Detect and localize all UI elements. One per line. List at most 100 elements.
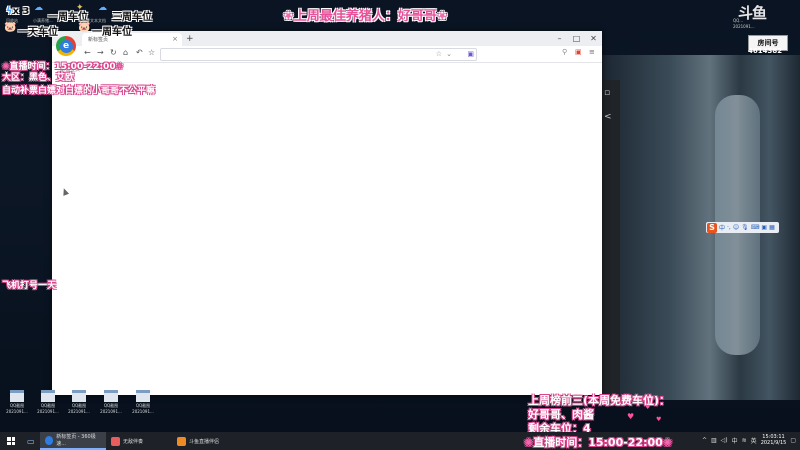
overlay-row1-b: 三周车位 xyxy=(112,12,152,23)
star-icon[interactable]: ☆ xyxy=(436,50,442,58)
close-button[interactable]: ✕ xyxy=(585,31,602,46)
heart-icon: ♥ xyxy=(627,412,635,421)
screenshot-icon xyxy=(104,390,118,402)
heart-icon: ♥ xyxy=(645,404,651,411)
heart-icon: ♥ xyxy=(656,416,662,423)
phone-side-toolbar: ▫ < xyxy=(600,80,620,400)
douyu-icon xyxy=(177,436,186,446)
home-button[interactable]: ⌂ xyxy=(123,48,128,57)
sogou-keyboard-icon: ⌨ xyxy=(750,224,760,231)
notification-icon[interactable]: ▢ xyxy=(790,437,796,444)
desktop-icon-sub: 2021091... xyxy=(100,409,122,414)
volume-icon[interactable]: ◁) xyxy=(721,437,728,444)
desktop-icon-qq[interactable]: QQ截图 2021091... xyxy=(2,390,32,414)
tab-close-icon[interactable]: × xyxy=(172,35,178,43)
favorite-button[interactable]: ☆ xyxy=(148,48,155,57)
overlay-multiplier: ϟx 3 xyxy=(6,6,30,17)
star-icon: ✦ xyxy=(76,3,84,13)
overlay-server: 大区：黑色、艾欧 xyxy=(2,73,75,83)
room-number: 4614382 xyxy=(748,47,783,55)
pig-icon: 🐷 xyxy=(78,22,91,33)
sogou-punct-icon: ·, xyxy=(727,224,731,231)
flower-icon: ❀ xyxy=(524,436,534,449)
screenshot-icon xyxy=(10,390,24,402)
flower-icon: ❀ xyxy=(436,9,448,24)
desktop-icon-qq[interactable]: QQ截图 2021091... xyxy=(96,390,126,414)
overlay-row2-a: 一天车位 xyxy=(18,27,58,38)
minimize-button[interactable]: – xyxy=(551,31,568,46)
extension-icon[interactable]: ▣ xyxy=(467,50,474,58)
language-icon[interactable]: 英 xyxy=(751,436,757,445)
brand-caption-top: QQ... xyxy=(733,18,744,23)
browser-icon xyxy=(45,435,54,445)
user-icon[interactable]: ▣ xyxy=(575,48,582,56)
overlay-top-title: ❀上周最佳养猪人：好哥哥❀ xyxy=(283,9,448,24)
share-icon: < xyxy=(604,112,612,122)
sogou-input-bar[interactable]: S 中 ·, ☺ 🎙 ⌨ ▣ ▦ xyxy=(706,222,779,233)
sogou-skin-icon: ▣ xyxy=(761,224,768,231)
cloud-icon: ☁ xyxy=(34,3,43,13)
taskbar-item-browser[interactable]: 新标签页 - 360极速... xyxy=(40,432,106,450)
sogou-logo-icon: S xyxy=(707,222,717,233)
menu-icon[interactable]: ≡ xyxy=(589,48,595,56)
browser-logo-icon: e xyxy=(56,36,76,56)
forward-button[interactable]: → xyxy=(97,48,104,57)
desktop-icon-qq[interactable]: QQ截图 2021091... xyxy=(128,390,158,414)
flower-icon: ❀ xyxy=(662,436,673,449)
tab-bar: 新标签页 × + – □ ✕ xyxy=(52,31,602,46)
overlay-bottom-live-time: ❀直播时间：15:00-22:00❀ xyxy=(524,436,673,449)
desktop-icon-sub: 2021091... xyxy=(132,409,154,414)
desktop-icon-sub: 2021091... xyxy=(37,409,59,414)
lightning-icon: ϟ xyxy=(6,6,13,17)
brand-caption: 2021091... xyxy=(733,24,755,29)
undo-button[interactable]: ↶ xyxy=(136,48,143,57)
sogou-toolbox-icon: ▦ xyxy=(769,224,775,231)
taskbar-item-label: 新标签页 - 360极速... xyxy=(56,434,96,447)
desktop-icon-label: QQ截图 xyxy=(103,403,119,408)
clock-date: 2021/9/15 xyxy=(760,440,787,446)
screenshot-icon xyxy=(41,390,55,402)
screenshot-icon xyxy=(136,390,150,402)
desktop-icon-label: QQ截图 xyxy=(9,403,25,408)
sogou-mic-icon: 🎙 xyxy=(741,224,749,231)
ime-icon[interactable]: 中 xyxy=(732,436,738,445)
clock[interactable]: 15:03:11 2021/9/15 xyxy=(761,434,787,446)
taskbar: ▭ 新标签页 - 360极速... 无敌伴奏 斗鱼直播伴侣 ^ ▥ ◁) 中 ≋… xyxy=(0,432,800,450)
back-button[interactable]: ← xyxy=(84,48,91,57)
pig-icon: 🐷 xyxy=(4,22,17,33)
maximize-button[interactable]: □ xyxy=(568,31,585,46)
wifi-icon[interactable]: ≋ xyxy=(742,437,747,444)
windows-logo-icon xyxy=(7,437,15,445)
new-tab-button[interactable]: + xyxy=(186,33,194,46)
taskbar-item-accompaniment[interactable]: 无敌伴奏 xyxy=(106,432,172,450)
desktop-icon-label: QQ截图 xyxy=(40,403,56,408)
desktop-icon-label: QQ截图 xyxy=(135,403,151,408)
address-bar[interactable]: ☆ ⌄ ▣ xyxy=(160,48,477,61)
browser-toolbar: ← → ↻ ⌂ ↶ ☆ ☆ ⌄ ▣ ⚲ ▣ ≡ xyxy=(52,46,602,63)
desktop-icon-sub: 2021091... xyxy=(6,409,28,414)
taskbar-item-douyu[interactable]: 斗鱼直播伴侣 xyxy=(172,432,238,450)
flower-icon: ❀ xyxy=(115,62,124,72)
overlay-compensation: 自动补票白嫖对白嫖的小哥哥不公平嘛 xyxy=(2,86,156,96)
desktop-icon-qq[interactable]: QQ截图 2021091... xyxy=(33,390,63,414)
chevron-up-icon[interactable]: ^ xyxy=(702,437,707,444)
task-view-button[interactable]: ▭ xyxy=(22,432,40,450)
overlay-plane: 飞机打号一天 xyxy=(2,281,57,291)
window-controls: – □ ✕ xyxy=(551,31,602,46)
cloud-icon: ☁ xyxy=(98,3,107,13)
start-button[interactable] xyxy=(0,432,22,450)
desktop-icon-sub: 2021091... xyxy=(68,409,90,414)
desktop-icon-qq[interactable]: QQ截图 2021091... xyxy=(64,390,94,414)
flower-icon: ❀ xyxy=(283,9,294,24)
sogou-smile-icon: ☺ xyxy=(732,224,740,231)
taskbar-item-label: 无敌伴奏 xyxy=(123,438,144,445)
task-view-icon: ▭ xyxy=(27,436,35,446)
system-tray: ^ ▥ ◁) 中 ≋ 英 15:03:11 2021/9/15 ▢ xyxy=(702,434,796,446)
network-icon[interactable]: ▥ xyxy=(711,437,717,444)
sogou-lang-label: 中 xyxy=(719,225,726,232)
screenshot-icon xyxy=(72,390,86,402)
desktop-icon-label: QQ截图 xyxy=(71,403,87,408)
reload-button[interactable]: ↻ xyxy=(110,48,117,57)
search-icon[interactable]: ⚲ xyxy=(562,48,567,56)
chevron-down-icon[interactable]: ⌄ xyxy=(446,50,452,58)
